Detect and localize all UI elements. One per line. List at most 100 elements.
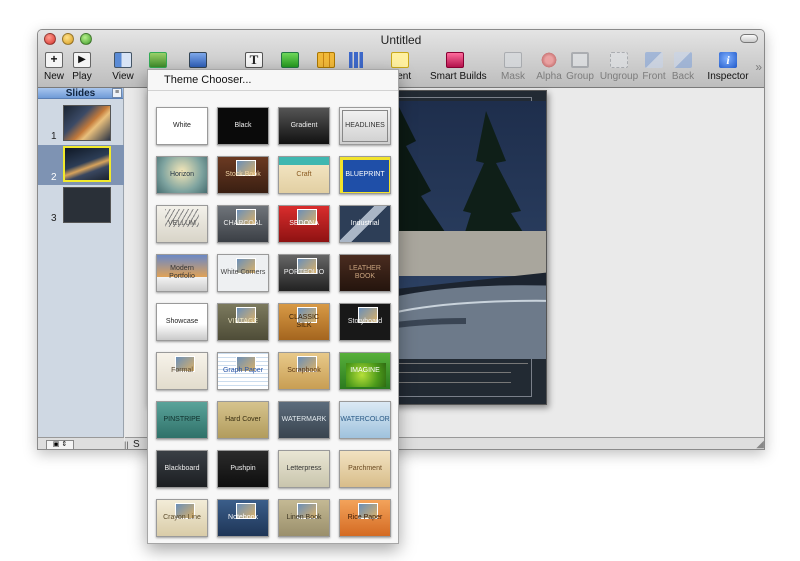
smart-builds-button[interactable]: Smart Builds — [430, 50, 487, 86]
inspector-button[interactable]: i Inspector — [706, 50, 750, 86]
slide-number: 1 — [51, 131, 57, 142]
themes-icon — [149, 52, 167, 68]
inspector-label: Inspector — [707, 71, 749, 82]
ungroup-icon — [610, 52, 628, 68]
theme-thumbnail[interactable]: BLUEPRINT — [339, 156, 391, 194]
theme-label: Formal — [171, 367, 193, 374]
theme-thumbnail[interactable]: HEADLINES — [339, 107, 391, 145]
navigator-options-button[interactable]: ▣ ⇕ — [46, 440, 74, 449]
theme-label: Blackboard — [164, 465, 200, 472]
slide-thumbnail-row-selected[interactable]: 2 — [38, 145, 124, 185]
toolbar-overflow-icon[interactable]: » — [755, 60, 762, 74]
theme-thumbnail[interactable]: Rice Paper — [339, 499, 391, 537]
slide-thumbnail[interactable] — [63, 146, 111, 182]
back-label: Back — [671, 71, 695, 82]
alpha-icon — [540, 52, 558, 68]
theme-thumbnail[interactable]: Stock Book — [217, 156, 269, 194]
theme-thumbnail[interactable]: CLASSIC SILK — [278, 303, 330, 341]
shapes-icon — [281, 52, 299, 68]
theme-label: Scrapbook — [287, 367, 321, 374]
theme-label: PINSTRIPE — [163, 416, 201, 423]
navigator-footer: ▣ ⇕ — [38, 437, 124, 449]
theme-label: CLASSIC SILK — [289, 314, 319, 329]
slides-header: Slides — [38, 88, 123, 99]
theme-label: Black — [234, 122, 252, 129]
toolbar-toggle-button[interactable] — [740, 34, 758, 43]
theme-thumbnail[interactable]: VELLUM — [156, 205, 208, 243]
send-back-icon — [674, 52, 692, 68]
theme-label: LEATHER BOOK — [349, 265, 381, 280]
theme-label: Industrial — [350, 220, 380, 227]
theme-label: Linen Book — [286, 514, 322, 521]
play-label: Play — [72, 71, 92, 82]
theme-thumbnail[interactable]: IMAGINE — [339, 352, 391, 390]
theme-thumbnail[interactable]: VINTAGE — [217, 303, 269, 341]
theme-thumbnail[interactable]: Notebook — [217, 499, 269, 537]
theme-thumbnail[interactable]: WATERMARK — [278, 401, 330, 439]
theme-label: WATERMARK — [281, 416, 327, 423]
masters-icon — [189, 52, 207, 68]
theme-thumbnail[interactable]: SEDONA — [278, 205, 330, 243]
play-button[interactable]: ▶ Play — [60, 50, 104, 86]
slide-thumbnail-row[interactable]: 1 — [38, 104, 124, 144]
theme-thumbnail[interactable]: LEATHER BOOK — [339, 254, 391, 292]
theme-thumbnail[interactable]: Formal — [156, 352, 208, 390]
theme-label: Parchment — [348, 465, 382, 472]
theme-thumbnail[interactable]: WATERCOLOR — [339, 401, 391, 439]
theme-thumbnail[interactable]: Scrapbook — [278, 352, 330, 390]
theme-thumbnail[interactable]: Pushpin — [217, 450, 269, 488]
mask-icon — [504, 52, 522, 68]
theme-thumbnail[interactable]: Crayon Line — [156, 499, 208, 537]
slide-number: 3 — [51, 213, 57, 224]
theme-thumbnail[interactable]: Craft — [278, 156, 330, 194]
theme-thumbnail[interactable]: Horizon — [156, 156, 208, 194]
theme-label: Gradient — [290, 122, 318, 129]
theme-label: Horizon — [169, 171, 195, 178]
theme-thumbnail[interactable]: PINSTRIPE — [156, 401, 208, 439]
view-icon — [114, 52, 132, 68]
theme-thumbnail[interactable]: Parchment — [339, 450, 391, 488]
theme-label: Crayon Line — [163, 514, 201, 521]
theme-thumbnail[interactable]: Industrial — [339, 205, 391, 243]
group-icon — [571, 52, 589, 68]
smart-builds-icon — [446, 52, 464, 68]
theme-chooser-popup: Theme Chooser... White Black Gradient HEADL… — [147, 69, 399, 544]
theme-thumbnail[interactable]: Graph Paper — [217, 352, 269, 390]
theme-thumbnail[interactable]: White — [156, 107, 208, 145]
theme-label: VELLUM — [167, 220, 196, 227]
theme-thumbnail[interactable]: CHARCOAL — [217, 205, 269, 243]
navigator-view-menu-icon[interactable]: ≡ — [112, 88, 122, 98]
theme-thumbnail[interactable]: Linen Book — [278, 499, 330, 537]
theme-label: Storyboard — [347, 318, 383, 325]
theme-thumbnail[interactable]: Storyboard — [339, 303, 391, 341]
window-title: Untitled — [380, 33, 422, 47]
theme-thumbnail[interactable]: Showcase — [156, 303, 208, 341]
slide-thumbnail[interactable] — [63, 105, 111, 141]
theme-thumbnail[interactable]: Gradient — [278, 107, 330, 145]
theme-thumbnail[interactable]: Blackboard — [156, 450, 208, 488]
chart-icon — [347, 52, 365, 68]
resize-grip-icon[interactable]: ◢ — [756, 439, 764, 449]
theme-thumbnail[interactable]: Letterpress — [278, 450, 330, 488]
theme-label: BLUEPRINT — [345, 171, 385, 178]
theme-label: Modern Portfolio — [169, 265, 195, 280]
slide-thumbnail[interactable] — [63, 187, 111, 223]
slide-thumbnail-row[interactable]: 3 — [38, 186, 124, 226]
theme-label: Stock Book — [225, 171, 261, 178]
theme-label: Showcase — [165, 318, 199, 325]
split-handle-icon[interactable]: || — [124, 440, 129, 449]
theme-label: SEDONA — [289, 220, 319, 227]
theme-label: HEADLINES — [345, 122, 385, 129]
theme-chooser-menu-item[interactable]: Theme Chooser... — [148, 70, 398, 91]
group-button[interactable]: Group — [558, 50, 602, 86]
theme-label: Notebook — [228, 514, 258, 521]
theme-label: Rice Paper — [347, 514, 383, 521]
theme-thumbnail[interactable]: Black — [217, 107, 269, 145]
theme-thumbnail[interactable]: Hard Cover — [217, 401, 269, 439]
theme-thumbnail[interactable]: White Corners — [217, 254, 269, 292]
back-button[interactable]: Back — [661, 50, 705, 86]
theme-label: Letterpress — [286, 465, 322, 472]
theme-thumbnail[interactable]: PORTFOLIO — [278, 254, 330, 292]
theme-label: Pushpin — [230, 465, 256, 472]
theme-thumbnail[interactable]: Modern Portfolio — [156, 254, 208, 292]
